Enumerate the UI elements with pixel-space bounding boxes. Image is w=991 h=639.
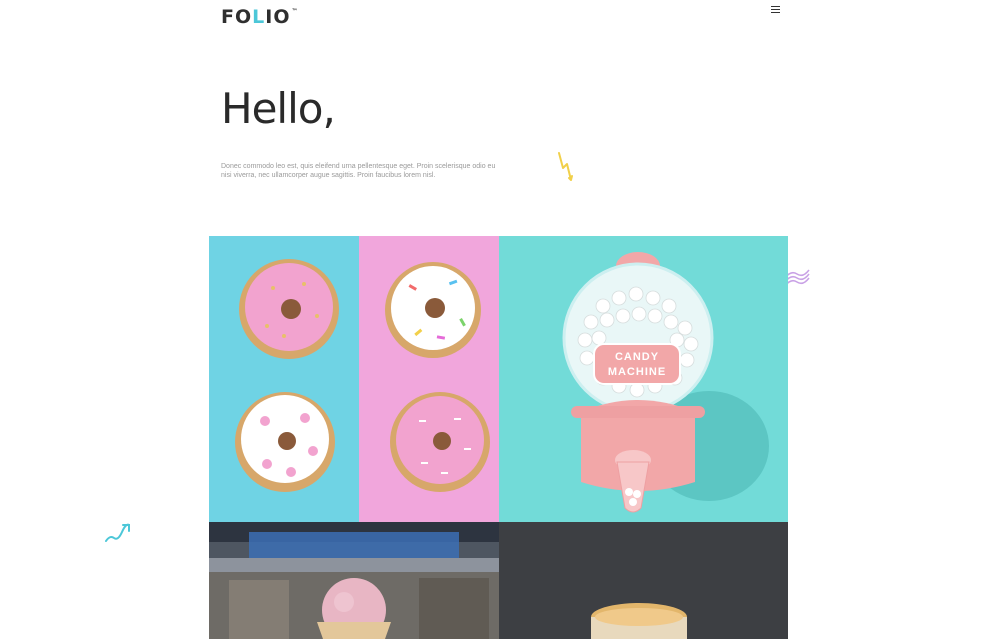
candy-machine-label-line2: MACHINE (608, 366, 666, 378)
logo-text-part1: FO (221, 6, 253, 28)
portfolio-item-macaron[interactable] (499, 522, 788, 639)
portfolio-item-ice-cream[interactable] (209, 522, 499, 639)
hamburger-menu-icon[interactable] (768, 4, 784, 16)
logo-text-part2: L (252, 6, 266, 28)
portfolio-grid: CANDY MACHINE (209, 236, 788, 639)
candy-machine-label-line1: CANDY (615, 351, 659, 363)
logo-trademark: ™ (291, 8, 299, 15)
portfolio-item-candy-machine[interactable]: CANDY MACHINE (499, 236, 788, 522)
arrow-decoration-icon (105, 523, 130, 542)
page-title: Hello, (221, 84, 336, 133)
portfolio-item-donuts[interactable] (209, 236, 499, 522)
candy-machine-image: CANDY MACHINE (499, 236, 788, 522)
intro-text: Donec commodo leo est, quis eleifend urn… (221, 163, 496, 179)
macaron-image (499, 522, 788, 639)
ice-cream-image (209, 522, 499, 639)
lightning-decoration-icon (558, 152, 573, 181)
header: FOLIO™ (0, 0, 991, 40)
logo[interactable]: FOLIO™ (221, 6, 298, 28)
logo-text-part3: IO (265, 6, 291, 28)
donuts-image (209, 236, 499, 522)
